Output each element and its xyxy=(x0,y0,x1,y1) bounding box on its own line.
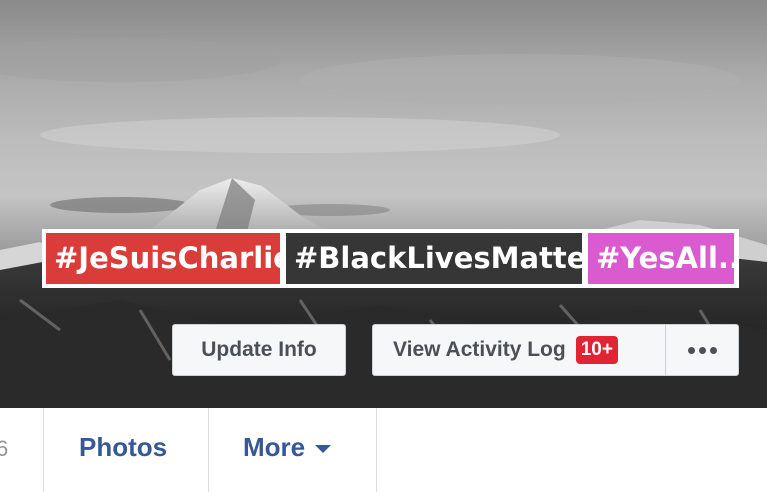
update-info-label: Update Info xyxy=(201,338,317,361)
hashtag-blacklivesmatter: #BlackLivesMatter xyxy=(286,233,601,284)
hashtag-yesall: #YesAll... xyxy=(588,233,734,284)
ellipsis-icon xyxy=(687,346,717,354)
hashtag-jesuischarlie: #JeSuisCharlie xyxy=(46,233,293,284)
caret-down-icon xyxy=(315,445,332,454)
nav-divider xyxy=(376,408,377,492)
more-options-button[interactable] xyxy=(665,324,739,376)
nav-divider xyxy=(208,408,209,492)
nav-divider xyxy=(43,408,44,492)
tab-more[interactable]: More xyxy=(243,432,332,463)
update-info-button[interactable]: Update Info xyxy=(172,324,346,376)
profile-nav-bar: 6 Photos More xyxy=(0,408,767,492)
hashtag-banner: #JeSuisCharlie #BlackLivesMatter #YesAll… xyxy=(42,229,739,288)
view-activity-log-label: View Activity Log xyxy=(393,338,566,361)
tab-more-label: More xyxy=(243,432,306,462)
activity-count-badge: 10+ xyxy=(575,336,618,364)
tab-photos[interactable]: Photos xyxy=(79,432,167,463)
view-activity-log-button[interactable]: View Activity Log 10+ xyxy=(372,324,666,376)
nav-partial-count: 6 xyxy=(0,436,9,461)
